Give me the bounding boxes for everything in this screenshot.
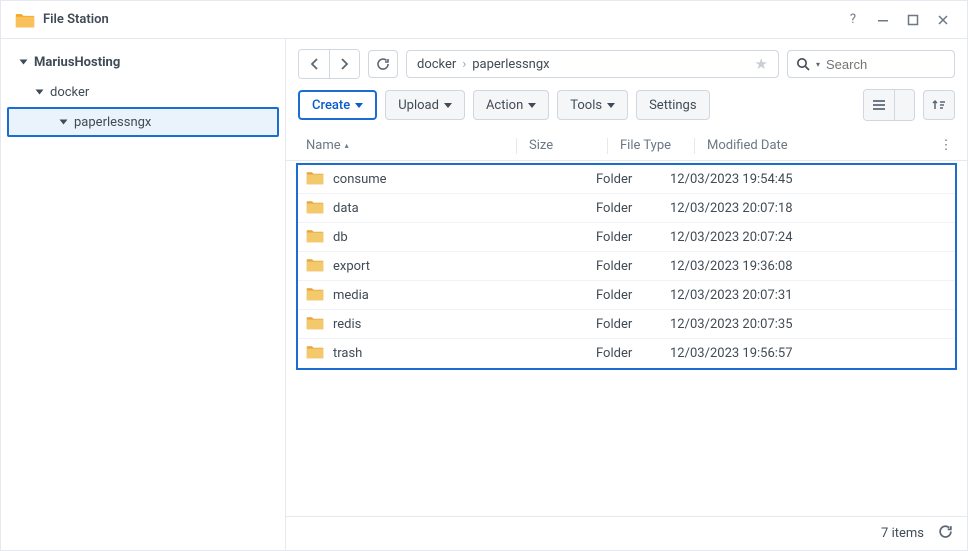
maximize-button[interactable] bbox=[903, 10, 923, 30]
upload-button[interactable]: Upload bbox=[385, 90, 465, 120]
settings-button[interactable]: Settings bbox=[636, 90, 709, 120]
tools-label: Tools bbox=[570, 98, 602, 113]
column-header-type[interactable]: File Type bbox=[620, 138, 694, 153]
search-input[interactable] bbox=[826, 57, 946, 72]
file-type: Folder bbox=[596, 172, 670, 187]
table-row[interactable]: consume Folder12/03/2023 19:54:45 bbox=[298, 165, 955, 194]
settings-label: Settings bbox=[649, 98, 696, 113]
action-label: Action bbox=[486, 98, 523, 113]
table-row[interactable]: export Folder12/03/2023 19:36:08 bbox=[298, 252, 955, 281]
table-row[interactable]: db Folder12/03/2023 20:07:24 bbox=[298, 223, 955, 252]
folder-icon bbox=[306, 170, 324, 189]
file-name: data bbox=[333, 201, 359, 216]
view-dropdown-button[interactable] bbox=[894, 90, 914, 120]
expand-icon bbox=[20, 60, 28, 65]
file-type: Folder bbox=[596, 201, 670, 216]
file-type: Folder bbox=[596, 346, 670, 361]
table-row[interactable]: media Folder12/03/2023 20:07:31 bbox=[298, 281, 955, 310]
column-header-name[interactable]: Name▴ bbox=[298, 138, 516, 153]
column-header-date[interactable]: Modified Date bbox=[707, 138, 937, 153]
breadcrumb-separator: › bbox=[462, 57, 466, 72]
title-bar: File Station ? bbox=[1, 1, 967, 39]
file-date: 12/03/2023 20:07:24 bbox=[670, 230, 953, 245]
file-type: Folder bbox=[596, 288, 670, 303]
file-name: trash bbox=[333, 346, 362, 361]
action-toolbar: Create Upload Action Tools Settings bbox=[286, 85, 967, 131]
folder-icon bbox=[306, 315, 324, 334]
file-date: 12/03/2023 20:07:18 bbox=[670, 201, 953, 216]
breadcrumb: docker › paperlessngx ★ bbox=[406, 50, 779, 78]
sort-button[interactable] bbox=[923, 90, 955, 120]
nav-back-button[interactable] bbox=[299, 50, 329, 78]
table-row[interactable]: redis Folder12/03/2023 20:07:35 bbox=[298, 310, 955, 339]
folder-icon bbox=[306, 199, 324, 218]
tree-l1-label: docker bbox=[50, 85, 89, 100]
item-count: 7 items bbox=[881, 526, 924, 541]
tree-node-docker[interactable]: docker bbox=[1, 77, 285, 107]
file-station-icon bbox=[15, 10, 35, 30]
navigation-toolbar: docker › paperlessngx ★ ▾ bbox=[286, 39, 967, 85]
file-name: export bbox=[333, 259, 370, 274]
action-button[interactable]: Action bbox=[473, 90, 549, 120]
table-row[interactable]: trash Folder12/03/2023 19:56:57 bbox=[298, 339, 955, 368]
folder-tree-sidebar: MariusHosting docker paperlessngx bbox=[1, 39, 286, 550]
minimize-button[interactable] bbox=[873, 10, 893, 30]
file-name: consume bbox=[333, 172, 387, 187]
tree-l2-label: paperlessngx bbox=[74, 115, 151, 130]
folder-icon bbox=[306, 286, 324, 305]
file-date: 12/03/2023 19:56:57 bbox=[670, 346, 953, 361]
expand-icon bbox=[60, 120, 68, 125]
search-icon bbox=[796, 57, 810, 71]
file-date: 12/03/2023 19:54:45 bbox=[670, 172, 953, 187]
column-menu-button[interactable]: ⋮ bbox=[937, 138, 955, 153]
file-date: 12/03/2023 20:07:35 bbox=[670, 317, 953, 332]
caret-down-icon bbox=[355, 103, 363, 108]
caret-down-icon bbox=[528, 103, 536, 108]
app-title: File Station bbox=[43, 12, 833, 27]
breadcrumb-segment[interactable]: paperlessngx bbox=[472, 57, 549, 72]
file-name: media bbox=[333, 288, 369, 303]
footer-reload-button[interactable] bbox=[938, 524, 953, 543]
tree-root-node[interactable]: MariusHosting bbox=[1, 47, 285, 77]
file-list: consumeFolder12/03/2023 19:54:45dataFold… bbox=[296, 163, 957, 370]
search-dropdown-icon[interactable]: ▾ bbox=[816, 60, 820, 69]
column-header-size[interactable]: Size bbox=[529, 138, 607, 153]
upload-label: Upload bbox=[398, 98, 439, 113]
expand-icon bbox=[36, 90, 44, 95]
table-header: Name▴ Size File Type Modified Date ⋮ bbox=[286, 131, 967, 161]
folder-icon bbox=[306, 228, 324, 247]
file-date: 12/03/2023 19:36:08 bbox=[670, 259, 953, 274]
create-button[interactable]: Create bbox=[298, 90, 377, 120]
folder-icon bbox=[306, 257, 324, 276]
breadcrumb-segment[interactable]: docker bbox=[417, 57, 456, 72]
file-name: redis bbox=[333, 317, 361, 332]
close-button[interactable] bbox=[933, 10, 953, 30]
caret-down-icon bbox=[444, 103, 452, 108]
reload-button[interactable] bbox=[368, 50, 398, 78]
folder-icon bbox=[306, 344, 324, 363]
file-name: db bbox=[333, 230, 348, 245]
status-bar: 7 items bbox=[286, 516, 967, 550]
file-date: 12/03/2023 20:07:31 bbox=[670, 288, 953, 303]
file-type: Folder bbox=[596, 259, 670, 274]
file-type: Folder bbox=[596, 317, 670, 332]
nav-forward-button[interactable] bbox=[329, 50, 359, 78]
help-button[interactable]: ? bbox=[843, 10, 863, 30]
search-box[interactable]: ▾ bbox=[787, 50, 955, 78]
tree-node-paperlessngx[interactable]: paperlessngx bbox=[7, 107, 279, 137]
favorite-star-icon[interactable]: ★ bbox=[755, 55, 768, 73]
table-row[interactable]: data Folder12/03/2023 20:07:18 bbox=[298, 194, 955, 223]
sort-asc-icon: ▴ bbox=[345, 141, 349, 150]
create-label: Create bbox=[312, 98, 350, 113]
tree-root-label: MariusHosting bbox=[34, 55, 120, 70]
list-view-button[interactable] bbox=[864, 90, 894, 120]
tools-button[interactable]: Tools bbox=[557, 90, 628, 120]
caret-down-icon bbox=[607, 103, 615, 108]
file-type: Folder bbox=[596, 230, 670, 245]
